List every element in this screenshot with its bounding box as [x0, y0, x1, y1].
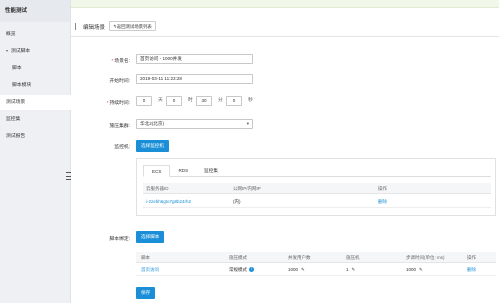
- page-header: 编辑场景 ↰返回测试场景列表: [71, 15, 499, 37]
- sidebar-item-label: 脚本: [12, 66, 22, 71]
- scene-name-input[interactable]: 首页访问 - 1000并发: [136, 54, 253, 64]
- column-header: 施压模式: [229, 255, 247, 260]
- sidebar-item-overview[interactable]: 概览: [0, 27, 71, 42]
- info-icon[interactable]: i: [249, 267, 254, 273]
- column-header: 并发用户数: [288, 255, 311, 260]
- table-header: 云服务器ID 公网IP/内网IP 操作: [143, 183, 491, 194]
- start-time-input[interactable]: 2019-03-11 11:23:28: [136, 74, 253, 84]
- start-time-label: 开始时间:: [109, 79, 130, 84]
- duration-seconds-input[interactable]: 0: [226, 96, 242, 106]
- collapse-sidebar-icon[interactable]: [66, 172, 71, 180]
- sidebar-item-label: 脚本模块: [12, 83, 32, 88]
- sidebar-item-label: 测试脚本: [11, 49, 31, 54]
- duration-minutes-input[interactable]: 30: [196, 96, 212, 106]
- sidebar-item-monitor-sets[interactable]: 监控集: [0, 112, 71, 127]
- column-header: 步调时间(单位: ms): [406, 255, 445, 260]
- pressure-mode-text: 常规模式: [229, 267, 247, 272]
- script-binding-label: 脚本绑定:: [109, 237, 130, 242]
- pacing-time: 1000 ✎: [406, 264, 423, 276]
- pacing-time-value: 1000: [406, 267, 417, 272]
- table-header: 脚本 施压模式 并发用户数 施压机 步调时间(单位: ms) 操作: [136, 252, 496, 263]
- sidebar-item-label: 测试报告: [6, 134, 26, 139]
- hours-unit: 时: [188, 98, 193, 103]
- table-row: i-2zebh6gto7g8b24rh2 (内) 删除: [143, 196, 491, 208]
- pressure-mode: 常规模式 i: [229, 264, 254, 276]
- pressure-machines-value: 1: [346, 267, 349, 272]
- sidebar-item-script-modules[interactable]: 脚本模块: [0, 78, 71, 93]
- sidebar-item-test-scripts[interactable]: ▾ 测试脚本: [0, 43, 71, 58]
- monitor-panel: ECS RDS 监控集 云服务器ID 公网IP/内网IP 操作 i-2zebh6…: [136, 158, 496, 216]
- duration-days-input[interactable]: 0: [136, 96, 152, 106]
- pressure-machines: 1 ✎: [346, 264, 355, 276]
- instance-ip: (内): [233, 199, 241, 204]
- sidebar-item-test-scenarios[interactable]: 测试场景: [0, 95, 71, 110]
- back-to-scene-list-button[interactable]: ↰返回测试场景列表: [109, 21, 156, 31]
- days-unit: 天: [158, 98, 163, 103]
- sidebar-item-label: 测试场景: [6, 100, 26, 105]
- column-header: 施压机: [346, 255, 360, 260]
- sidebar-item-label: 监控集: [6, 117, 21, 122]
- scene-name-label-text: 场景名:: [114, 59, 130, 64]
- instance-id-link[interactable]: i-2zebh6gto7g8b24rh2: [146, 196, 191, 208]
- duration-label-text: 持续时间:: [109, 101, 130, 106]
- cluster-select-value: 华北2(北京): [140, 121, 164, 126]
- column-header: 操作: [467, 255, 476, 260]
- concurrent-users-value: 1000: [288, 267, 299, 272]
- sidebar-item-scripts[interactable]: 脚本: [0, 61, 71, 76]
- table-row: 首页访问 常规模式 i 1000 ✎ 1 ✎ 1000 ✎ 删除: [136, 264, 496, 276]
- monitor-label: 监控机:: [114, 145, 130, 150]
- sidebar-item-test-reports[interactable]: 测试报告: [0, 129, 71, 144]
- script-name-link[interactable]: 首页访问: [141, 264, 159, 276]
- duration-hours-input[interactable]: 0: [166, 96, 182, 106]
- column-header: 脚本: [141, 255, 150, 260]
- seconds-unit: 秒: [248, 98, 253, 103]
- tab-ecs[interactable]: ECS: [143, 165, 171, 177]
- title-accent-bar: [75, 23, 76, 30]
- monitor-tabs: ECS RDS 监控集: [143, 165, 226, 177]
- pencil-icon[interactable]: ✎: [301, 264, 305, 276]
- select-monitor-button[interactable]: 选择监控机: [136, 140, 169, 152]
- cluster-label: 施压集群:: [109, 124, 130, 129]
- save-button[interactable]: 保存: [136, 287, 156, 299]
- column-header: 操作: [378, 186, 387, 191]
- select-script-button[interactable]: 选择脚本: [136, 231, 165, 243]
- cluster-select[interactable]: 华北2(北京) ▾: [136, 119, 253, 129]
- column-header: 公网IP/内网IP: [233, 186, 261, 191]
- delete-monitor-link[interactable]: 删除: [378, 196, 387, 208]
- notice-bar: [71, 0, 499, 8]
- pencil-icon[interactable]: ✎: [419, 264, 423, 276]
- tab-rds[interactable]: RDS: [170, 165, 197, 177]
- concurrent-users: 1000 ✎: [288, 264, 305, 276]
- delete-script-link[interactable]: 删除: [467, 264, 476, 276]
- tab-monitor-set[interactable]: 监控集: [196, 165, 226, 177]
- scene-name-label: *场景名:: [111, 59, 130, 64]
- chevron-down-icon: ▾: [246, 121, 249, 126]
- page-title: 编辑场景: [83, 25, 106, 31]
- sidebar-item-label: 概览: [6, 32, 16, 37]
- minutes-unit: 分: [218, 98, 223, 103]
- pencil-icon[interactable]: ✎: [352, 264, 356, 276]
- sidebar: 性能测试 概览 ▾ 测试脚本 脚本 脚本模块 测试场景 监控集 测试报告: [0, 0, 71, 303]
- column-header: 云服务器ID: [146, 186, 169, 191]
- sidebar-brand: 性能测试: [0, 0, 70, 22]
- duration-label: *持续时间:: [106, 101, 130, 106]
